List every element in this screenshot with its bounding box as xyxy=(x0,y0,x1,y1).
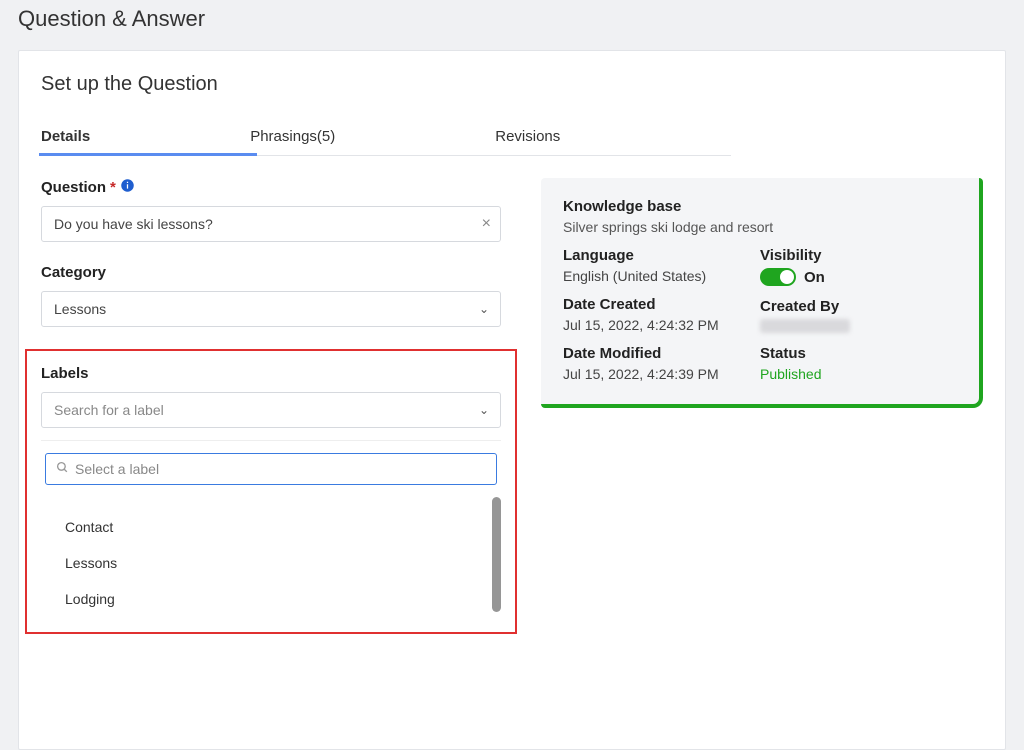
visibility-label: Visibility xyxy=(760,247,957,264)
category-label: Category xyxy=(41,264,501,281)
date-modified-label: Date Modified xyxy=(563,345,760,362)
tab-revisions[interactable]: Revisions xyxy=(495,120,560,155)
category-select[interactable]: Lessons xyxy=(41,291,501,327)
language-value: English (United States) xyxy=(563,268,760,284)
labels-select[interactable]: Search for a label xyxy=(41,392,501,428)
labels-search-box[interactable] xyxy=(45,453,497,485)
status-value: Published xyxy=(760,366,957,382)
question-input[interactable] xyxy=(41,206,501,242)
required-asterisk: * xyxy=(110,179,116,196)
tab-phrasings[interactable]: Phrasings(5) xyxy=(250,120,335,155)
visibility-on-label: On xyxy=(804,269,825,286)
labels-options-list: Contact Lessons Lodging xyxy=(41,509,501,617)
tab-details[interactable]: Details xyxy=(41,120,90,155)
visibility-toggle[interactable] xyxy=(760,268,796,286)
clear-icon[interactable]: × xyxy=(482,215,491,233)
card-title: Set up the Question xyxy=(41,73,983,96)
kb-value: Silver springs ski lodge and resort xyxy=(563,219,957,235)
status-label: Status xyxy=(760,345,957,362)
scrollbar-thumb[interactable] xyxy=(492,497,501,612)
date-modified-value: Jul 15, 2022, 4:24:39 PM xyxy=(563,366,760,382)
kb-label: Knowledge base xyxy=(563,198,957,215)
labels-section-highlight: Labels Search for a label ⌄ xyxy=(25,349,517,634)
labels-dropdown: Contact Lessons Lodging xyxy=(41,440,501,632)
labels-label: Labels xyxy=(41,365,501,382)
date-created-value: Jul 15, 2022, 4:24:32 PM xyxy=(563,317,760,333)
label-option[interactable]: Lodging xyxy=(65,581,501,617)
language-label: Language xyxy=(563,247,760,264)
metadata-panel: Knowledge base Silver springs ski lodge … xyxy=(541,178,983,408)
created-by-label: Created By xyxy=(760,298,957,315)
info-icon[interactable] xyxy=(120,178,135,196)
page-title: Question & Answer xyxy=(18,6,1006,32)
question-label: Question * xyxy=(41,178,501,196)
tab-row: Details Phrasings(5) Revisions xyxy=(41,120,731,156)
setup-card: Set up the Question Details Phrasings(5)… xyxy=(18,50,1006,750)
label-option[interactable]: Contact xyxy=(65,509,501,545)
question-label-text: Question xyxy=(41,179,106,196)
label-option[interactable]: Lessons xyxy=(65,545,501,581)
date-created-label: Date Created xyxy=(563,296,760,313)
created-by-value-redacted xyxy=(760,319,850,333)
search-icon xyxy=(56,461,69,477)
labels-search-input[interactable] xyxy=(75,461,486,477)
